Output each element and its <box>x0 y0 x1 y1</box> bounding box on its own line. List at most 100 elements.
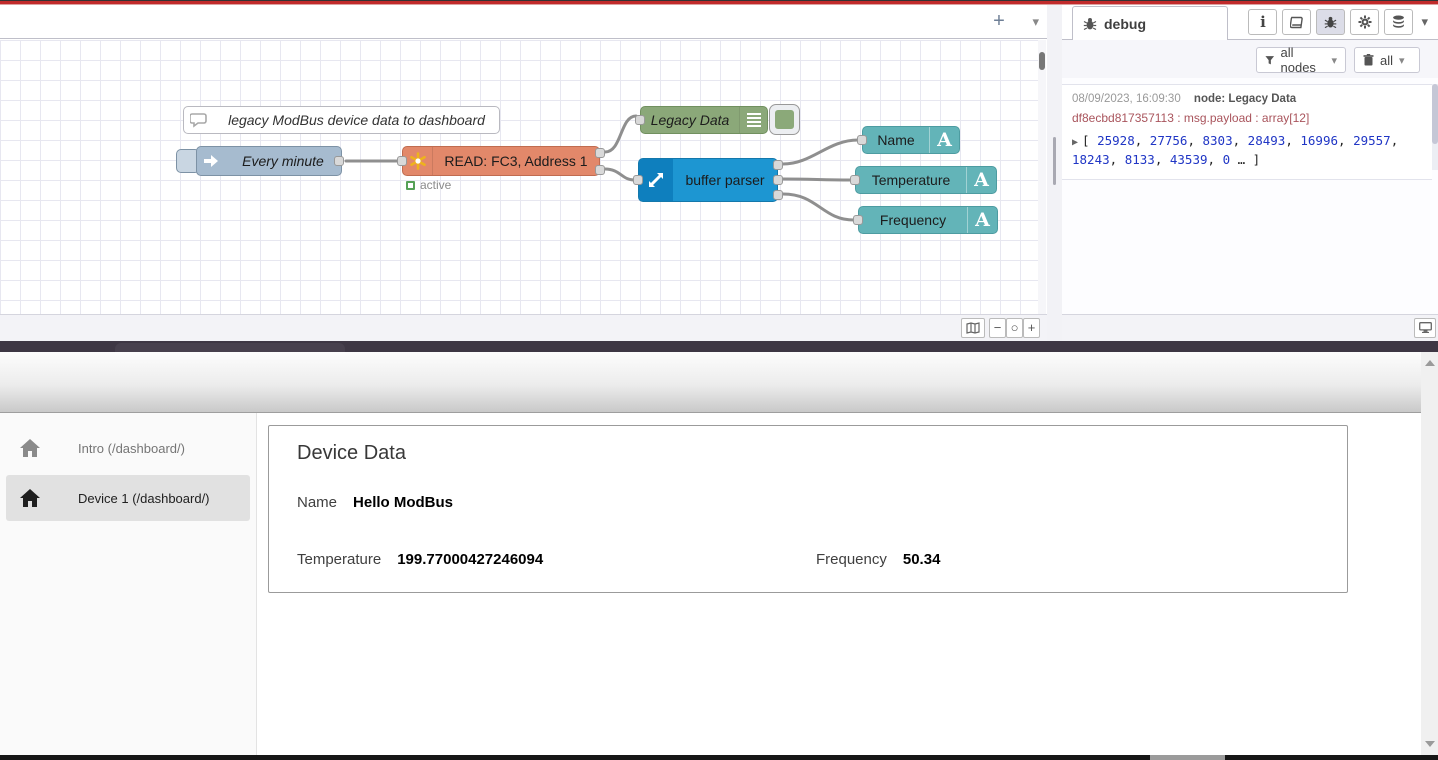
tab-debug-label: debug <box>1104 16 1146 32</box>
funnel-icon <box>1265 55 1275 66</box>
config-tab-button[interactable] <box>1350 9 1379 35</box>
info-tab-button[interactable]: i <box>1248 9 1277 35</box>
ui-text-node-frequency[interactable]: Frequency A <box>858 206 998 234</box>
debug-source-node: node: Legacy Data <box>1194 93 1296 105</box>
screen: + ▾ legacy ModBus device data to dashboa… <box>0 0 1438 760</box>
ui-text-label: Frequency <box>859 212 967 228</box>
status-text: active <box>420 178 451 192</box>
add-flow-button[interactable]: + <box>987 11 1011 33</box>
debug-node-legacy-data[interactable]: Legacy Data <box>640 106 768 134</box>
flow-list-caret-icon[interactable]: ▾ <box>1032 14 1039 30</box>
scrollbar-thumb[interactable] <box>1432 84 1438 144</box>
sidebar-item-intro[interactable]: Intro (/dashboard/) <box>6 425 250 471</box>
node-port[interactable] <box>773 175 783 185</box>
sidebar-toolbar-buttons: i <box>1248 9 1428 35</box>
sidebar-item-label: Intro (/dashboard/) <box>78 441 185 456</box>
book-icon <box>1290 16 1304 29</box>
ui-text-label: Name <box>863 132 929 148</box>
field-name: Name Hello ModBus <box>297 494 453 511</box>
node-port[interactable] <box>595 165 605 175</box>
field-value: Hello ModBus <box>353 494 453 511</box>
field-value: 50.34 <box>903 551 941 568</box>
browser-tab-silhouette <box>115 343 345 352</box>
device-data-card: Device Data NameHello ModBus Temperature… <box>268 425 1348 593</box>
home-icon <box>20 489 40 507</box>
dashboard-main: Device Data NameHello ModBus Temperature… <box>258 413 1421 755</box>
node-port[interactable] <box>850 175 860 185</box>
debug-enable-toggle[interactable] <box>769 104 800 135</box>
window-separator-bar <box>0 341 1438 352</box>
field-label: Name <box>297 494 337 511</box>
field-label: Temperature <box>297 551 381 568</box>
scroll-down-icon[interactable] <box>1425 741 1435 747</box>
sidebar-item-label: Device 1 (/dashboard/) <box>78 491 210 506</box>
expand-triangle-icon[interactable]: ▶ <box>1072 137 1078 148</box>
dashboard-scrollbar[interactable] <box>1421 352 1438 755</box>
caret-down-icon: ▾ <box>1331 54 1337 67</box>
field-frequency: Frequency 50.34 <box>816 551 940 568</box>
debug-filter-toolbar: all nodes ▾ all ▾ <box>1062 40 1438 78</box>
comment-bubble-icon <box>184 112 214 128</box>
sidebar-splitter[interactable] <box>1047 5 1062 341</box>
navigator-button[interactable] <box>961 318 985 338</box>
ui-text-node-temperature[interactable]: Temperature A <box>855 166 997 194</box>
status-dot-icon <box>406 181 415 190</box>
zoom-out-button[interactable]: − <box>989 318 1006 338</box>
modbus-read-node-label: READ: FC3, Address 1 <box>433 153 599 169</box>
inject-node[interactable]: Every minute <box>196 146 342 176</box>
modbus-star-icon <box>403 147 433 175</box>
text-widget-icon: A <box>966 167 996 193</box>
node-port[interactable] <box>633 175 643 185</box>
gear-icon <box>1358 15 1372 29</box>
node-port[interactable] <box>773 160 783 170</box>
ui-text-label: Temperature <box>856 172 966 188</box>
debug-clear-button[interactable]: all ▾ <box>1354 47 1420 73</box>
debug-node-label: Legacy Data <box>641 112 739 128</box>
canvas-vertical-scrollbar[interactable] <box>1038 40 1046 314</box>
debug-msg-path: df8ecbd817357113 : msg.payload : array[1… <box>1072 111 1422 125</box>
node-port[interactable] <box>773 190 783 200</box>
bug-icon <box>1083 17 1097 31</box>
buffer-parser-node[interactable]: buffer parser <box>638 158 778 202</box>
sidebar-footer <box>1062 314 1438 341</box>
ui-text-node-name[interactable]: Name A <box>862 126 960 154</box>
sidebar-item-device1[interactable]: Device 1 (/dashboard/) <box>6 475 250 521</box>
debug-timestamp: 08/09/2023, 16:09:30 <box>1072 93 1181 105</box>
comment-node[interactable]: legacy ModBus device data to dashboard <box>183 106 500 134</box>
debug-payload[interactable]: ▶[ 25928, 27756, 8303, 28493, 16996, 295… <box>1072 132 1424 169</box>
debug-message[interactable]: 08/09/2023, 16:09:30 node: Legacy Data d… <box>1062 84 1432 180</box>
debug-filter-label: all nodes <box>1281 45 1326 75</box>
bug-icon <box>1324 16 1337 29</box>
context-tab-button[interactable] <box>1384 9 1413 35</box>
zoom-reset-button[interactable]: ○ <box>1006 318 1023 338</box>
tab-debug[interactable]: debug <box>1072 6 1228 40</box>
node-port[interactable] <box>853 215 863 225</box>
debug-list-scrollbar[interactable] <box>1432 84 1438 170</box>
debug-filter-button[interactable]: all nodes ▾ <box>1256 47 1346 73</box>
scrollbar-thumb[interactable] <box>1039 52 1045 70</box>
modbus-read-node[interactable]: READ: FC3, Address 1 <box>402 146 600 176</box>
node-port[interactable] <box>595 148 605 158</box>
help-tab-button[interactable] <box>1282 9 1311 35</box>
dashboard-sidebar: Intro (/dashboard/) Device 1 (/dashboard… <box>0 413 257 755</box>
node-port[interactable] <box>857 135 867 145</box>
debug-message-list: 08/09/2023, 16:09:30 node: Legacy Data d… <box>1062 78 1438 314</box>
splitter-handle[interactable] <box>1053 137 1056 185</box>
sidebar-menu-caret-icon[interactable]: ▾ <box>1421 14 1428 30</box>
taskbar-fragment <box>1150 755 1225 760</box>
field-label: Frequency <box>816 551 887 568</box>
field-value: 199.77000427246094 <box>397 551 543 568</box>
scroll-up-icon[interactable] <box>1425 360 1435 366</box>
field-temperature: Temperature 199.77000427246094 <box>297 551 543 568</box>
node-port[interactable] <box>334 156 344 166</box>
editor-footer: − ○ + <box>0 314 1047 341</box>
open-window-button[interactable] <box>1414 318 1436 338</box>
zoom-in-button[interactable]: + <box>1023 318 1040 338</box>
debug-payload-values: [ 25928, 27756, 8303, 28493, 16996, 2955… <box>1072 133 1398 167</box>
node-port[interactable] <box>397 156 407 166</box>
inject-node-label: Every minute <box>225 153 341 169</box>
debug-tab-button[interactable] <box>1316 9 1345 35</box>
node-port[interactable] <box>635 115 645 125</box>
home-icon <box>20 439 40 457</box>
expand-arrows-icon <box>639 159 673 201</box>
